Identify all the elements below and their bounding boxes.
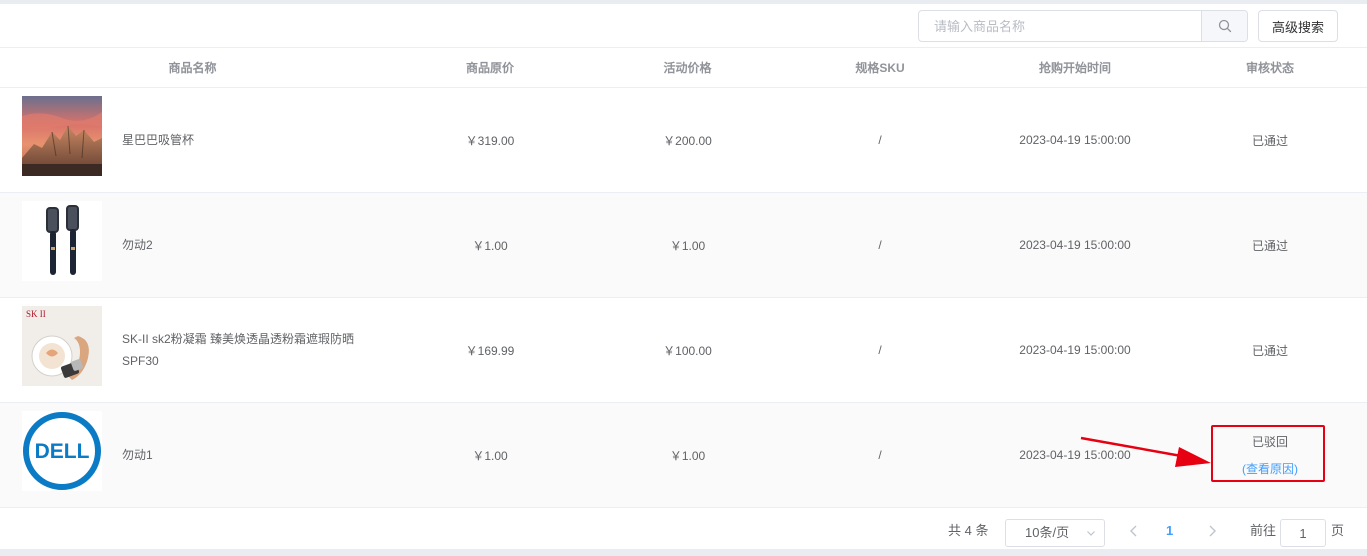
product-image-hair-straightener xyxy=(22,201,102,281)
review-status: 已通过 xyxy=(1251,133,1288,148)
next-page-icon[interactable] xyxy=(1206,523,1218,539)
prev-page-icon[interactable] xyxy=(1128,523,1140,539)
goto-prefix: 前往 xyxy=(1250,523,1277,538)
advanced-search-button[interactable]: 高级搜索 xyxy=(1258,10,1338,42)
header-start-time: 抢购开始时间 xyxy=(1038,61,1111,75)
goto-suffix: 页 xyxy=(1331,523,1345,538)
activity-price: ￥1.00 xyxy=(669,238,706,253)
pagination: 共 4 条 10条/页 1 前往 页 xyxy=(0,513,1367,549)
chevron-down-icon xyxy=(1087,531,1095,536)
sku: / xyxy=(878,238,882,252)
product-name: 星巴巴吸管杯 xyxy=(122,133,195,147)
original-price: ￥319.00 xyxy=(465,133,515,148)
activity-price: ￥200.00 xyxy=(663,133,712,148)
header-review-status: 审核状态 xyxy=(1245,61,1294,75)
page-size-select[interactable]: 10条/页 xyxy=(1005,519,1105,547)
start-time: 2023-04-19 15:00:00 xyxy=(1019,238,1131,252)
product-image-skii-cushion: SK II xyxy=(22,306,102,386)
page-size-value: 10条/页 xyxy=(1025,525,1070,540)
original-price: ￥169.99 xyxy=(465,343,515,358)
search-input[interactable] xyxy=(919,11,1202,41)
table-row: SK II SK-II sk2粉凝霜 臻美焕透晶透粉霜遮瑕防晒SPF30 ￥16… xyxy=(0,298,1367,403)
table-row: 星巴巴吸管杯 ￥319.00 ￥200.00 / 2023-04-19 15:0… xyxy=(0,88,1367,193)
start-time: 2023-04-19 15:00:00 xyxy=(1019,133,1131,147)
start-time: 2023-04-19 15:00:00 xyxy=(1019,343,1131,357)
table-row: 勿动2 ￥1.00 ￥1.00 / 2023-04-19 15:00:00 已通… xyxy=(0,193,1367,298)
review-status: 已通过 xyxy=(1251,343,1288,358)
goto-page-input[interactable] xyxy=(1280,519,1326,547)
view-reason-link[interactable]: (查看原因) xyxy=(1242,460,1298,477)
search-icon xyxy=(1218,19,1231,33)
product-image-dell-logo: DELL xyxy=(22,411,102,491)
original-price: ￥1.00 xyxy=(472,448,508,463)
product-image-mountain xyxy=(22,96,102,176)
product-name: SK-II sk2粉凝霜 臻美焕透晶透粉霜遮瑕防晒SPF30 xyxy=(122,332,355,368)
sku: / xyxy=(878,343,882,357)
sku: / xyxy=(878,448,882,462)
header-activity-price: 活动价格 xyxy=(663,61,712,75)
table-header: 商品名称 商品原价 活动价格 规格SKU 抢购开始时间 审核状态 xyxy=(0,47,1367,88)
header-original-price: 商品原价 xyxy=(465,61,514,75)
header-sku: 规格SKU xyxy=(855,61,905,75)
page-number[interactable]: 1 xyxy=(1166,513,1173,549)
annotation-arrow-icon xyxy=(1080,436,1211,467)
activity-price: ￥1.00 xyxy=(669,448,706,463)
sku: / xyxy=(878,133,882,147)
total-count: 共 4 条 xyxy=(948,523,989,538)
svg-text:DELL: DELL xyxy=(35,440,90,463)
product-name: 勿动1 xyxy=(122,448,153,462)
header-product-name: 商品名称 xyxy=(168,61,217,75)
activity-price: ￥100.00 xyxy=(663,343,712,358)
search-box xyxy=(918,10,1248,42)
svg-text:SK II: SK II xyxy=(26,309,46,319)
product-name: 勿动2 xyxy=(122,238,153,252)
search-button[interactable] xyxy=(1201,11,1247,41)
original-price: ￥1.00 xyxy=(472,238,508,253)
review-status: 已驳回 xyxy=(1251,435,1288,449)
review-status: 已通过 xyxy=(1251,238,1288,253)
